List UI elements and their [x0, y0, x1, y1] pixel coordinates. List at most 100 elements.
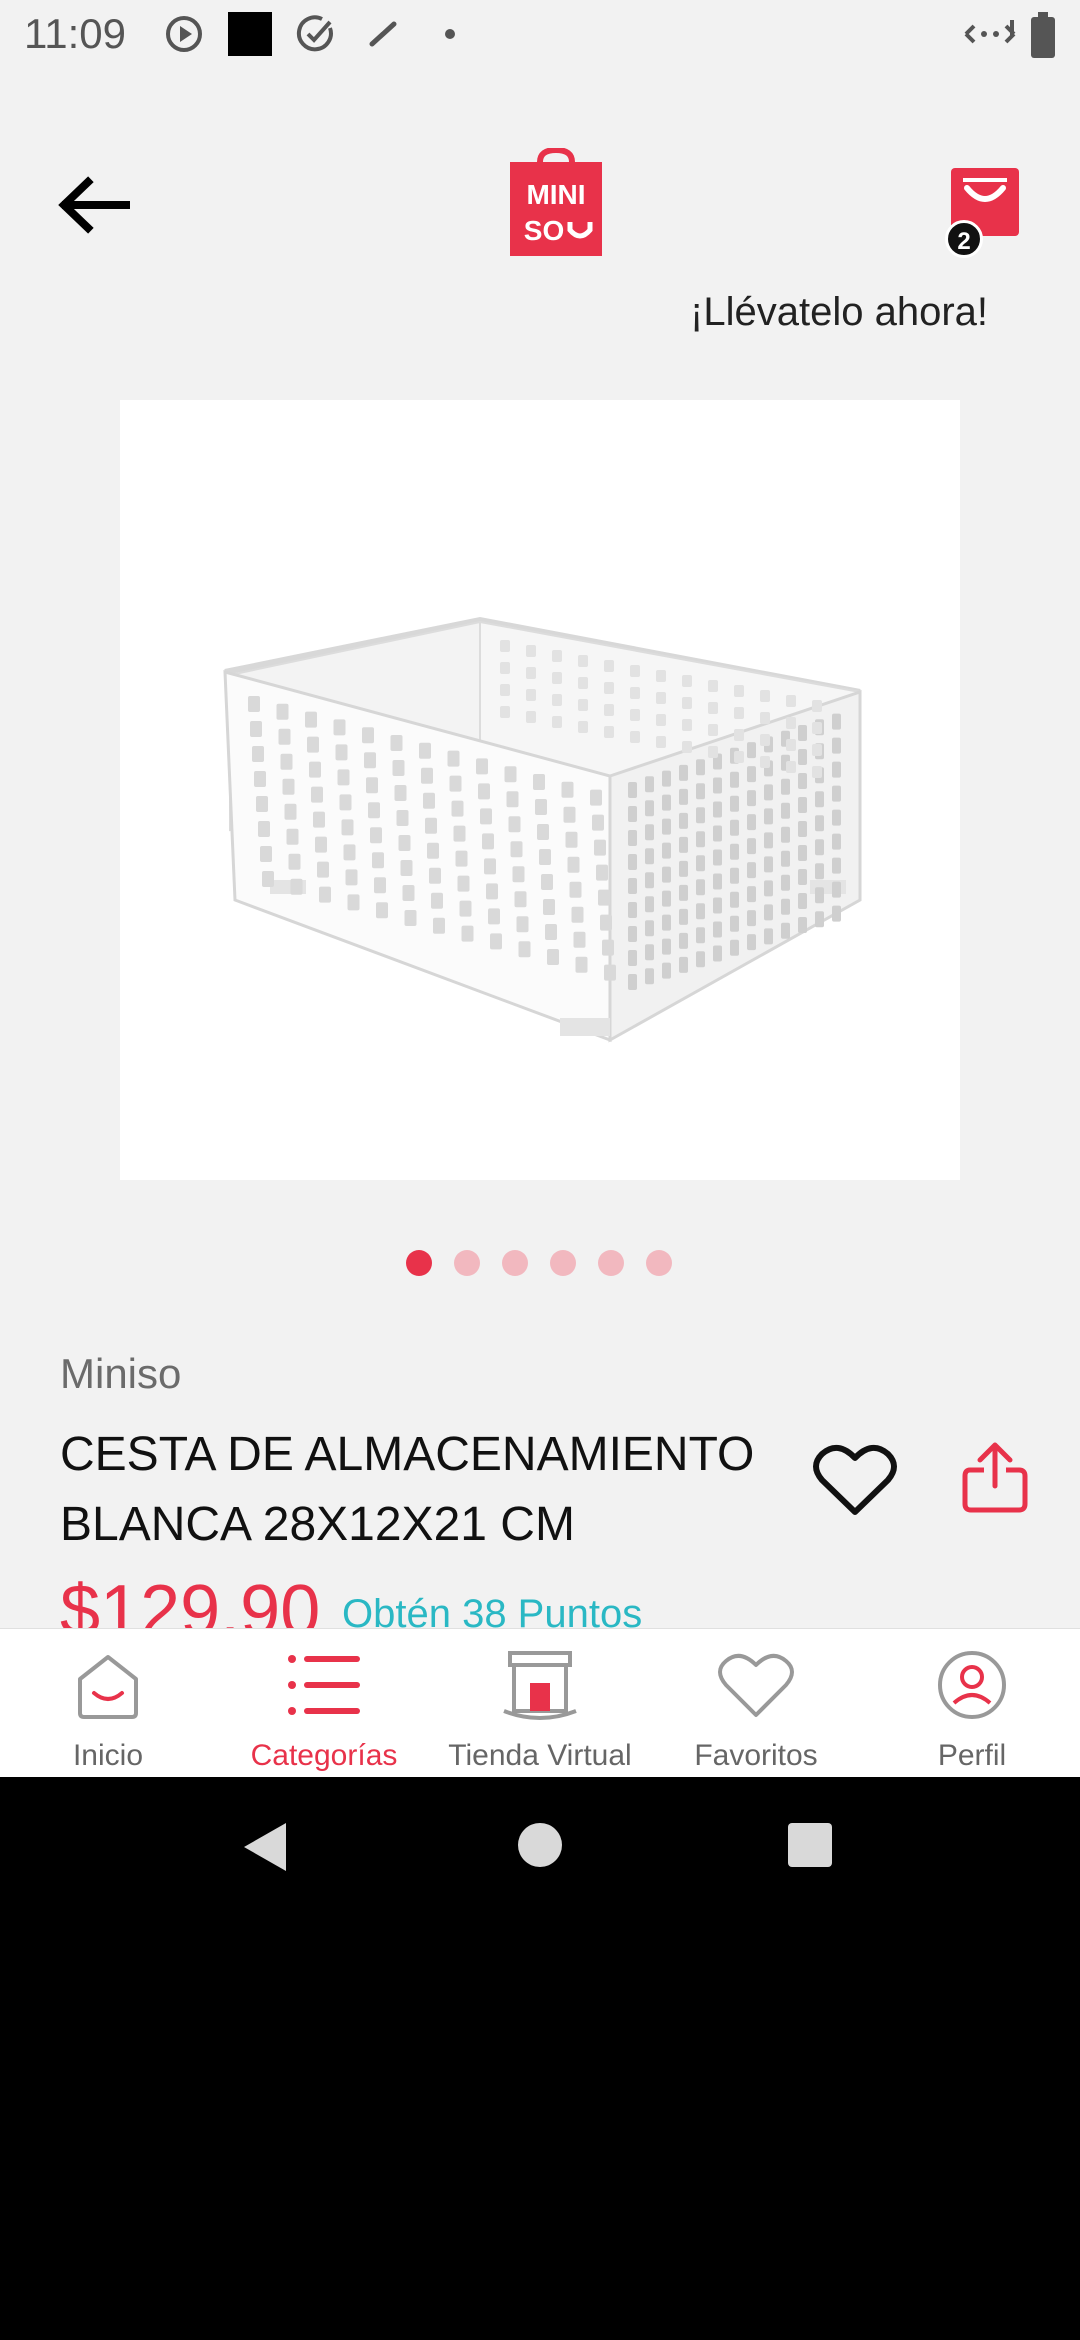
basket-hole [645, 824, 654, 841]
basket-hole [561, 781, 574, 798]
basket-hole [449, 775, 462, 792]
basket-hole [563, 806, 576, 823]
basket-hole [713, 777, 722, 794]
basket-hole [764, 856, 773, 873]
basket-hole [696, 927, 705, 944]
basket-hole [734, 751, 744, 763]
basket-hole [390, 735, 403, 751]
pager-dot[interactable] [502, 1250, 528, 1276]
pager-dot[interactable] [406, 1250, 432, 1276]
basket-hole [832, 737, 841, 754]
basket-hole [537, 824, 549, 840]
basket-hole [459, 900, 472, 917]
nav-item-perfil[interactable]: Perfil [864, 1629, 1080, 1777]
store-icon [503, 1651, 577, 1720]
basket-hole [486, 883, 498, 900]
basket-hole [708, 724, 718, 736]
basket-hole [500, 684, 510, 696]
basket-hole [337, 769, 350, 786]
basket-hole [315, 836, 327, 853]
basket-hole [645, 800, 654, 817]
nav-item-categorias[interactable]: Categorías [216, 1629, 432, 1777]
basket-hole [713, 849, 722, 866]
basket-hole [345, 869, 358, 886]
basket-hole [552, 716, 562, 728]
basket-hole [786, 739, 796, 751]
pager-dot[interactable] [454, 1250, 480, 1276]
favorite-heart-icon[interactable] [812, 1440, 898, 1520]
basket-hole [781, 802, 790, 819]
system-home-icon[interactable] [516, 1821, 564, 1869]
basket-hole [339, 794, 352, 811]
basket-hole [423, 792, 435, 809]
basket-hole [461, 925, 474, 942]
basket-hole [604, 726, 614, 738]
basket-hole [734, 729, 744, 741]
basket-hole [730, 915, 739, 932]
nav-item-favoritos[interactable]: Favoritos [648, 1629, 864, 1777]
basket-hole [764, 928, 773, 945]
basket-hole [256, 796, 268, 812]
basket-hole [392, 760, 405, 776]
basket-hole [421, 767, 433, 784]
basket-hole [708, 746, 718, 758]
pager-dot[interactable] [550, 1250, 576, 1276]
back-arrow-icon[interactable] [56, 170, 136, 240]
basket-hole [798, 725, 807, 741]
basket-hole [575, 956, 588, 973]
nav-label-categorias: Categorías [250, 1739, 398, 1772]
basket-hole [552, 694, 562, 706]
product-image[interactable] [120, 400, 960, 1180]
basket-hole [713, 825, 722, 842]
basket-hole [645, 968, 654, 985]
basket-hole [512, 866, 525, 883]
basket-hole [815, 887, 824, 904]
basket-hole [400, 860, 413, 876]
basket-hole [280, 753, 293, 770]
play-icon [166, 16, 202, 52]
share-icon[interactable] [960, 1440, 1030, 1514]
basket-hole [815, 815, 824, 832]
basket-hole [832, 713, 841, 730]
basket-hole [764, 880, 773, 897]
storage-basket-illustration [223, 616, 862, 1043]
basket-hole [662, 818, 671, 835]
system-recents-icon[interactable] [786, 1821, 834, 1869]
basket-hole [628, 950, 637, 966]
nav-item-inicio[interactable]: Inicio [0, 1629, 216, 1777]
basket-hole [455, 850, 468, 867]
basket-hole [482, 833, 494, 850]
basket-hole [398, 835, 411, 851]
pager-dot[interactable] [598, 1250, 624, 1276]
pager-dot[interactable] [646, 1250, 672, 1276]
basket-hole [730, 771, 739, 788]
basket-hole [484, 858, 496, 875]
nav-item-tienda-virtual[interactable]: Tienda Virtual [432, 1629, 648, 1777]
basket-hole [734, 707, 744, 719]
basket-hole [662, 770, 671, 787]
basket-hole [533, 774, 545, 790]
basket-hole [798, 845, 807, 861]
basket-hole [508, 816, 521, 833]
basket-hole [662, 794, 671, 811]
basket-hole [747, 790, 756, 807]
basket-hole [781, 874, 790, 891]
basket-hole [628, 782, 637, 798]
system-back-icon[interactable] [240, 1821, 290, 1873]
profile-icon [938, 1651, 1006, 1719]
basket-hole [592, 814, 604, 831]
basket-hole [645, 776, 654, 793]
basket-hole [781, 850, 790, 867]
basket-hole [679, 956, 688, 973]
basket-hole [696, 879, 705, 896]
basket-hole [305, 711, 317, 728]
basket-hole [453, 825, 466, 842]
basket-hole [656, 692, 666, 704]
basket-hole [708, 702, 718, 714]
basket-hole [504, 766, 517, 783]
nav-label-favoritos: Favoritos [694, 1739, 818, 1772]
basket-hole [604, 964, 616, 981]
basket-hole [786, 761, 796, 773]
basket-hole [747, 742, 756, 759]
bottom-navigation: Inicio Categorías Tienda Virtual Favorit… [0, 1628, 1080, 1777]
